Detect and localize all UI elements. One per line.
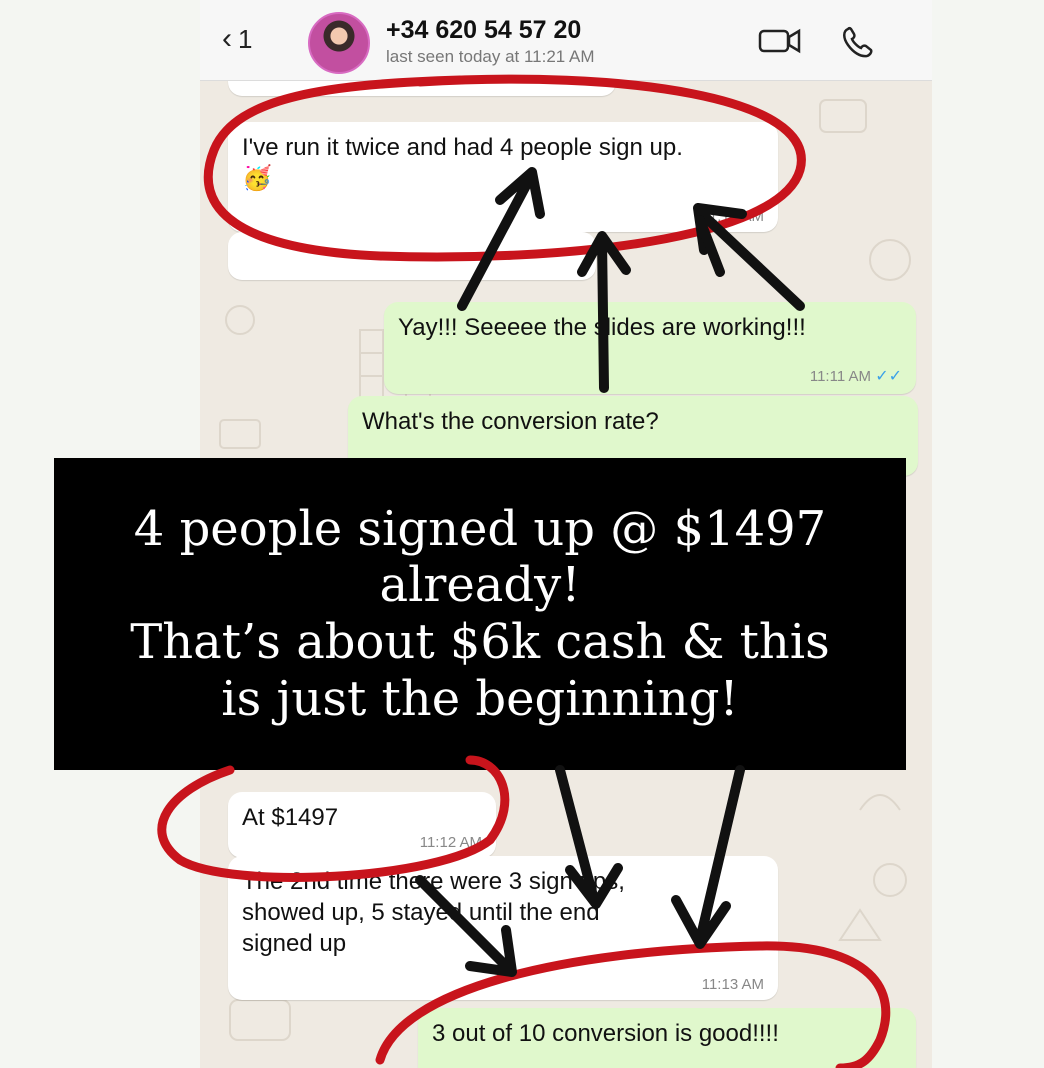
back-button[interactable]: ‹ 1: [222, 22, 252, 56]
message-bubble-outgoing[interactable]: 3 out of 10 conversion is good!!!!: [418, 1008, 916, 1068]
message-time: 11:11 AM ✓✓: [809, 368, 902, 386]
message-text: What's the conversion rate?: [362, 408, 659, 435]
message-time: 11:12 AM: [419, 833, 482, 851]
contact-number: +34 620 54 57 20: [386, 16, 582, 44]
read-receipt-icon: ✓✓: [875, 368, 902, 386]
message-bubble-partial: [228, 232, 596, 280]
chat-header: ‹ 1 +34 620 54 57 20 last seen today at …: [200, 0, 932, 81]
caption-line: already!: [379, 557, 581, 614]
caption-line: That’s about $6k cash & this: [130, 614, 830, 670]
message-text: I've run it twice and had 4 people sign …: [242, 134, 683, 161]
message-text: At $1497: [242, 804, 339, 831]
video-call-icon[interactable]: [758, 26, 802, 56]
message-text-line: signed up: [242, 930, 347, 958]
message-text-line: showed up, 5 stayed until the end: [242, 899, 600, 927]
contact-info[interactable]: +34 620 54 57 20 last seen today at 11:2…: [386, 16, 595, 67]
phone-call-icon[interactable]: [840, 26, 876, 60]
message-time: 11:10 AM: [701, 207, 764, 225]
message-time: 11:13 AM: [701, 975, 764, 993]
message-bubble-incoming[interactable]: I've run it twice and had 4 people sign …: [228, 122, 778, 232]
message-bubble-outgoing[interactable]: Yay!!! Seeeee the slides are working!!! …: [384, 302, 916, 394]
caption-line: 4 people signed up @ $1497: [133, 500, 827, 557]
caption-overlay: 4 people signed up @ $1497 already! That…: [54, 458, 906, 770]
unread-count: 1: [238, 23, 253, 54]
avatar[interactable]: [308, 12, 370, 74]
message-text-line: The 2nd time there were 3 sign ups,: [242, 868, 625, 895]
message-text: 3 out of 10 conversion is good!!!!: [432, 1020, 779, 1047]
message-bubble-incoming[interactable]: At $1497 11:12 AM: [228, 792, 496, 858]
message-bubble-incoming[interactable]: The 2nd time there were 3 sign ups, show…: [228, 856, 778, 1000]
emoji: 🥳: [242, 165, 272, 193]
last-seen-status: last seen today at 11:21 AM: [386, 47, 595, 66]
caption-line: is just the beginning!: [221, 670, 739, 727]
message-text: Yay!!! Seeeee the slides are working!!!: [398, 314, 806, 341]
back-chevron-icon: ‹: [222, 22, 232, 55]
